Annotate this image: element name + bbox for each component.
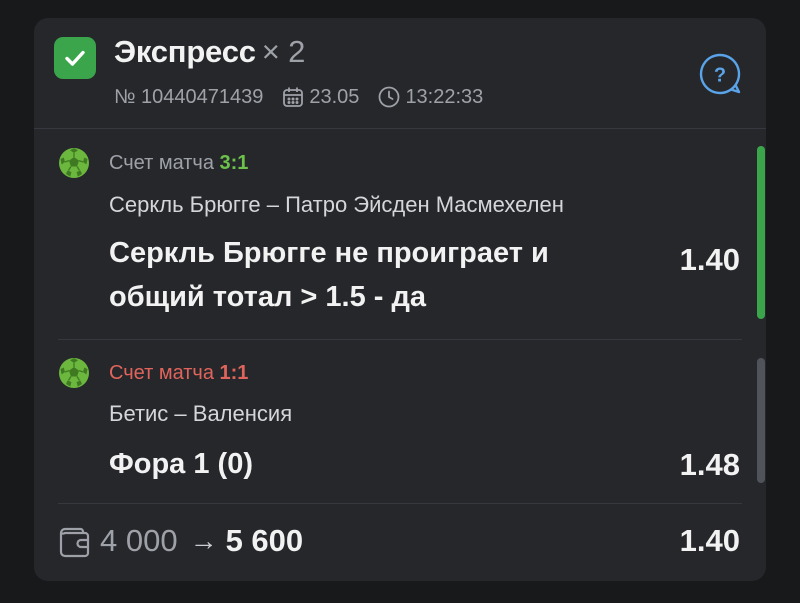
stake-to-payout: 4 000 → 5 600 (100, 523, 303, 559)
stake-amount: 4 000 (100, 523, 178, 558)
bet-summary: 4 000 → 5 600 1.40 (34, 503, 766, 581)
match-teams: Серкль Брюгге – Патро Эйсден Масмехелен (109, 192, 564, 217)
bet-time: 13:22:33 (405, 85, 484, 108)
scroll-thumb-grey[interactable] (757, 358, 765, 483)
payout-amount: 5 600 (225, 523, 304, 558)
match-teams: Бетис – Валенсия (109, 401, 293, 426)
bet-outcome-line-1: Фора 1 (0) (109, 448, 253, 480)
total-odds: 1.40 (679, 523, 740, 558)
bet-number: № 10440471439 (114, 85, 264, 108)
calendar-icon (281, 85, 305, 109)
bet-count: × 2 (261, 34, 306, 69)
bet-date: 23.05 (309, 85, 360, 108)
match-score: 3:1 (219, 152, 249, 174)
bet-odds: 1.48 (679, 447, 740, 482)
check-icon (54, 37, 96, 79)
help-icon[interactable]: ? (698, 52, 742, 96)
bet-outcome: Фора 1 (0) (109, 442, 649, 486)
bet-item-1[interactable]: Счет матча 3:1 Серкль Брюгге – Патро Эйс… (34, 129, 766, 339)
match-score-line: Счет матча 3:1 (109, 152, 248, 175)
bet-outcome-line-1: Серкль Брюгге не проиграет и (109, 237, 549, 269)
football-icon (59, 358, 89, 388)
bet-type: Экспресс (114, 34, 256, 69)
scroll-thumb-green[interactable] (757, 146, 765, 319)
bet-title: Экспресс × 2 (114, 34, 305, 70)
bet-header: Экспресс × 2 № 10440471439 23.05 13:22:3… (34, 18, 766, 128)
match-score: 1:1 (219, 362, 249, 384)
bet-meta: № 10440471439 23.05 13:22:33 (114, 85, 483, 109)
arrow-right-icon: → (189, 525, 218, 556)
express-bet-card: Экспресс × 2 № 10440471439 23.05 13:22:3… (34, 18, 766, 581)
clock-icon (377, 85, 401, 109)
match-score-line: Счет матча 1:1 (109, 362, 248, 385)
bet-item-2[interactable]: Счет матча 1:1 Бетис – Валенсия Фора 1 (… (34, 340, 766, 503)
score-label: Счет матча (109, 152, 214, 174)
bet-outcome: Серкль Брюгге не проиграет и общий тотал… (109, 231, 649, 319)
football-icon (59, 148, 89, 178)
bet-odds: 1.40 (679, 242, 740, 277)
score-label: Счет матча (109, 362, 214, 384)
svg-text:?: ? (714, 65, 726, 87)
wallet-icon (59, 527, 90, 558)
bet-outcome-line-2: общий тотал > 1.5 - да (109, 281, 427, 313)
